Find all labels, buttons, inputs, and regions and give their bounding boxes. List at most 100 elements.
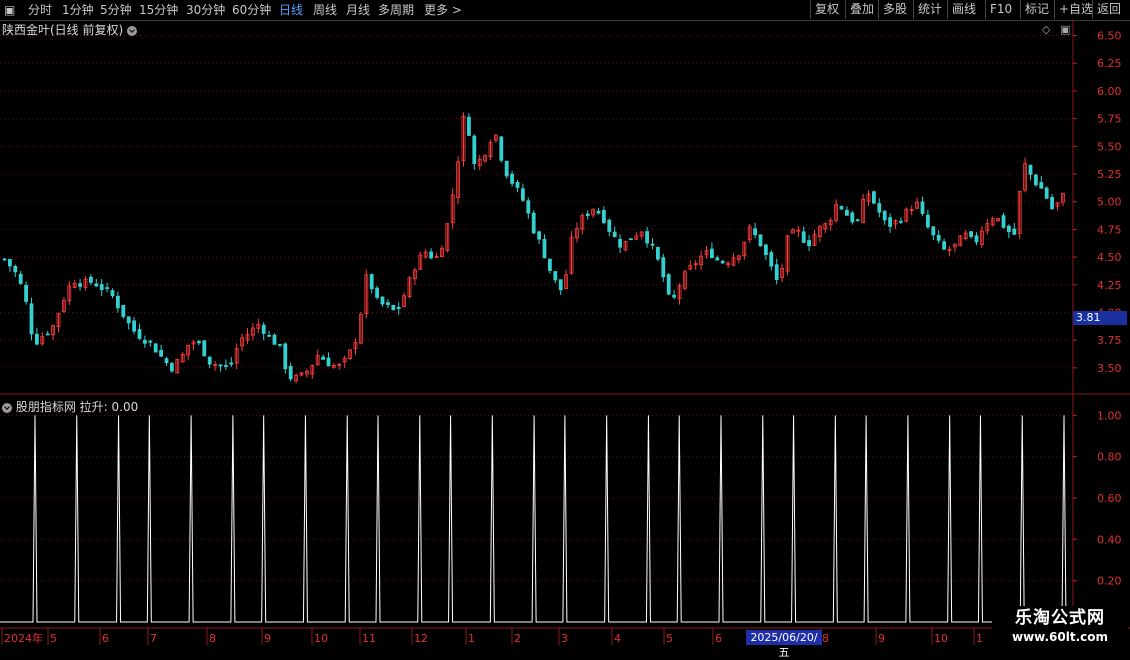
candle-body [229, 362, 234, 365]
candle-body [321, 356, 326, 360]
date-label: 4 [614, 632, 621, 645]
selected-date-label: 2025/06/20/五 [746, 630, 822, 659]
logo-text: 乐淘公式网 [1015, 608, 1105, 628]
date-label: 5 [666, 632, 673, 645]
candle-body [202, 340, 207, 357]
candle-body [2, 258, 7, 261]
candle-body [137, 329, 142, 339]
candle-body [656, 247, 660, 260]
candle-body [1007, 225, 1011, 233]
candle-body [153, 343, 158, 353]
candle-body [758, 234, 763, 247]
price-tick-label: 3.75 [1097, 334, 1122, 347]
candle-body [223, 365, 228, 367]
date-label: 9 [878, 632, 885, 645]
date-label: 12 [414, 632, 428, 645]
candle-body [969, 231, 973, 237]
candle-body [13, 265, 18, 273]
candle-body [753, 228, 757, 236]
candle-body [558, 279, 563, 291]
candle-body [807, 240, 811, 247]
candle-body [261, 324, 266, 334]
chevron-down-icon[interactable] [2, 402, 12, 413]
main-chart-title: 陕西金叶(日线 前复权) [2, 21, 138, 38]
candle-body [650, 243, 655, 246]
chevron-down-icon[interactable] [127, 25, 138, 36]
candle-body [720, 260, 725, 264]
date-label: 3 [561, 632, 568, 645]
date-label: 10 [314, 632, 328, 645]
candle-body [18, 273, 23, 284]
candle-body [585, 213, 590, 216]
candle-body [882, 210, 887, 221]
candle-body [45, 333, 50, 336]
candle-body [1039, 182, 1044, 189]
date-label: 8 [822, 632, 829, 645]
price-tick-label: 6.25 [1097, 57, 1122, 70]
candle-body [1028, 164, 1033, 175]
date-label: 11 [362, 632, 376, 645]
date-label: 9 [264, 632, 271, 645]
price-tick-label: 6.50 [1097, 30, 1122, 43]
candle-body [126, 316, 131, 324]
candle-body [801, 231, 806, 243]
candle-body [159, 349, 164, 357]
candle-body [380, 296, 385, 305]
candle-body [526, 200, 531, 214]
candle-body [715, 257, 720, 261]
candle-body [99, 284, 104, 290]
candle-body [1001, 215, 1006, 228]
candle-body [110, 290, 115, 297]
date-label: 6 [102, 632, 109, 645]
candle-body [283, 343, 288, 370]
candle-body [385, 302, 390, 306]
date-label: 6 [715, 632, 722, 645]
date-label: 10 [934, 632, 948, 645]
candle-body [553, 271, 558, 281]
price-tick-label: 5.00 [1097, 196, 1122, 209]
candle-body [89, 276, 93, 283]
chart-tools: ◇ ▣ [1042, 23, 1070, 36]
candle-body [974, 235, 979, 243]
candle-body [207, 356, 212, 365]
candle-body [596, 210, 601, 214]
candle-body [196, 340, 201, 344]
diamond-icon[interactable]: ◇ [1042, 23, 1050, 36]
candle-body [515, 181, 520, 188]
date-label: 8 [209, 632, 216, 645]
candle-body [429, 251, 434, 259]
candle-body [267, 334, 272, 337]
price-tick-label: 4.25 [1097, 279, 1122, 292]
watermark-logo: 乐淘公式网 www.60lt.com [992, 606, 1128, 650]
candle-body [1044, 187, 1049, 199]
candle-body [7, 258, 12, 267]
candle-body [116, 295, 120, 309]
price-tick-label: 3.50 [1097, 362, 1122, 375]
candle-body [672, 294, 676, 298]
candle-body [531, 212, 536, 234]
candle-body [164, 358, 169, 364]
candle-body [839, 206, 844, 210]
indicator-title: 股朋指标网 拉升: 0.00 [15, 400, 139, 414]
price-tick-label: 4.75 [1097, 223, 1122, 236]
candle-body [396, 306, 401, 309]
candle-body [537, 231, 541, 240]
candle-body [645, 231, 649, 244]
candle-body [169, 363, 174, 372]
candle-body [510, 173, 515, 184]
price-tick-label: 5.50 [1097, 140, 1122, 153]
candle-body [769, 252, 774, 267]
price-tick-label: 5.25 [1097, 168, 1122, 181]
candle-body [618, 238, 622, 248]
window-icon[interactable]: ▣ [1060, 23, 1070, 36]
candle-body [855, 219, 860, 222]
price-tick-label: 4.50 [1097, 251, 1122, 264]
candle-body [899, 220, 903, 223]
candle-body [629, 238, 633, 241]
indicator-tick-label: 0.40 [1097, 533, 1122, 546]
candle-body [375, 287, 380, 298]
candle-body [548, 258, 552, 271]
candle-body [661, 257, 666, 278]
indicator-tick-label: 0.60 [1097, 492, 1122, 505]
indicator-title-bar: 股朋指标网 拉升: 0.00 [2, 398, 138, 415]
